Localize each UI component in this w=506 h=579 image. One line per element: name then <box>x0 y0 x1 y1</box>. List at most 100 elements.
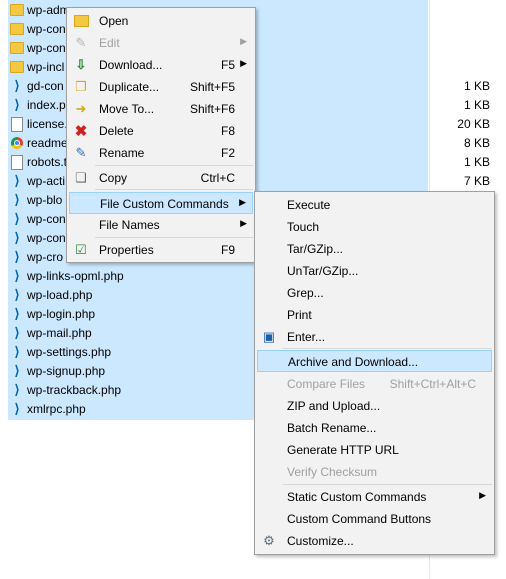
menu-item-customize[interactable]: ⚙ Customize... <box>257 530 492 552</box>
menu-icon-slot <box>261 376 277 392</box>
menu-item-label: Copy <box>99 171 128 185</box>
menu-icon-slot <box>261 219 277 235</box>
menu-item-compare-files[interactable]: Compare Files Shift+Ctrl+Alt+C <box>257 373 492 395</box>
folder-icon <box>10 3 24 17</box>
file-name: index.p <box>27 98 66 112</box>
menu-item-label: ZIP and Upload... <box>287 399 381 413</box>
menu-item-archive-and-download[interactable]: Archive and Download... <box>257 350 492 372</box>
menu-item-shortcut: F2 <box>220 146 235 160</box>
menu-item-file-custom-commands[interactable]: File Custom Commands ▶ <box>69 192 253 214</box>
menu-item-label: Custom Command Buttons <box>287 512 432 526</box>
menu-item-move-to[interactable]: ➜ Move To... Shift+F6 <box>69 98 253 120</box>
properties-icon: ☑ <box>75 242 87 257</box>
file-name: wp-acti <box>27 174 66 188</box>
file-name: wp-links-opml.php <box>27 269 124 283</box>
file-name: xmlrpc.php <box>27 402 86 416</box>
file-name: wp-mail.php <box>27 326 92 340</box>
menu-icon-slot <box>261 464 277 480</box>
menu-item-tar-gzip[interactable]: Tar/GZip... <box>257 238 492 260</box>
file-size: 1 KB <box>463 79 490 93</box>
file-name: wp-con <box>27 41 66 55</box>
menu-separator <box>283 348 492 349</box>
menu-item-label: Download... <box>99 58 163 72</box>
menu-item-enter[interactable]: ▣ Enter... <box>257 326 492 348</box>
menu-item-shortcut: Shift+F6 <box>189 102 235 116</box>
menu-item-touch[interactable]: Touch <box>257 216 492 238</box>
context-menu: Open ✎ Edit ▶ ⇩ Download... F5 ▶ ❐ Duplicate... Sh… <box>66 7 256 263</box>
menu-item-untar-gzip[interactable]: UnTar/GZip... <box>257 260 492 282</box>
menu-separator <box>95 165 253 166</box>
menu-item-download[interactable]: ⇩ Download... F5 ▶ <box>69 54 253 76</box>
menu-item-edit[interactable]: ✎ Edit ▶ <box>69 32 253 54</box>
menu-item-copy[interactable]: ❏ Copy Ctrl+C <box>69 167 253 189</box>
menu-item-properties[interactable]: ☑ Properties F9 <box>69 239 253 261</box>
menu-item-execute[interactable]: Execute <box>257 194 492 216</box>
menu-item-label: File Names <box>99 218 160 232</box>
file-size: 20 KB <box>457 117 490 131</box>
menu-icon-slot <box>261 442 277 458</box>
rename-icon: ✎ <box>75 145 87 160</box>
terminal-icon: ▣ <box>262 329 276 344</box>
menu-item-label: Customize... <box>287 534 354 548</box>
menu-item-shortcut: F8 <box>220 124 235 138</box>
submenu-arrow-icon: ▶ <box>479 490 486 500</box>
menu-icon-slot <box>261 398 277 414</box>
menu-icon-slot <box>261 307 277 323</box>
vscode-file-icon: ⟩ <box>14 230 20 245</box>
file-name: robots.t <box>27 155 68 169</box>
menu-item-label: Enter... <box>287 330 326 344</box>
edit-icon: ✎ <box>75 35 87 50</box>
menu-separator <box>95 189 253 190</box>
vscode-file-icon: ⟩ <box>14 382 20 397</box>
menu-item-label: Print <box>287 308 312 322</box>
file-name: license. <box>27 117 68 131</box>
menu-item-shortcut: F5 <box>220 58 235 72</box>
menu-item-label: Batch Rename... <box>287 421 377 435</box>
menu-icon-slot <box>262 354 278 370</box>
menu-item-grep[interactable]: Grep... <box>257 282 492 304</box>
menu-item-delete[interactable]: ✖ Delete F8 <box>69 120 253 142</box>
menu-item-shortcut: Shift+Ctrl+Alt+C <box>389 377 476 391</box>
menu-item-verify-checksum[interactable]: Verify Checksum <box>257 461 492 483</box>
menu-item-label: Verify Checksum <box>287 465 378 479</box>
menu-item-duplicate[interactable]: ❐ Duplicate... Shift+F5 <box>69 76 253 98</box>
menu-item-label: Rename <box>99 146 145 160</box>
menu-item-batch-rename[interactable]: Batch Rename... <box>257 417 492 439</box>
menu-icon-slot <box>261 420 277 436</box>
menu-item-generate-http-url[interactable]: Generate HTTP URL <box>257 439 492 461</box>
menu-item-label: Archive and Download... <box>288 355 419 369</box>
menu-item-file-names[interactable]: File Names ▶ <box>69 214 253 236</box>
chrome-file-icon <box>10 136 24 150</box>
vscode-file-icon: ⟩ <box>14 97 20 112</box>
vscode-file-icon: ⟩ <box>14 325 20 340</box>
menu-item-label: Compare Files <box>287 377 366 391</box>
menu-item-print[interactable]: Print <box>257 304 492 326</box>
vscode-file-icon: ⟩ <box>14 211 20 226</box>
folder-icon <box>10 60 24 74</box>
submenu-arrow-icon: ▶ <box>240 58 247 68</box>
open-folder-icon <box>73 13 89 29</box>
file-size: 1 KB <box>463 155 490 169</box>
menu-separator <box>95 237 253 238</box>
file-name: gd-con <box>27 79 64 93</box>
menu-item-label: Duplicate... <box>99 80 160 94</box>
menu-item-label: File Custom Commands <box>100 197 229 211</box>
menu-icon-slot <box>261 241 277 257</box>
menu-item-label: Properties <box>99 243 154 257</box>
menu-icon-slot <box>261 285 277 301</box>
menu-item-rename[interactable]: ✎ Rename F2 <box>69 142 253 164</box>
menu-item-custom-command-buttons[interactable]: Custom Command Buttons <box>257 508 492 530</box>
vscode-file-icon: ⟩ <box>14 268 20 283</box>
file-name: wp-settings.php <box>27 345 112 359</box>
file-name: readme <box>27 136 68 150</box>
menu-item-zip-and-upload[interactable]: ZIP and Upload... <box>257 395 492 417</box>
menu-item-static-custom-commands[interactable]: Static Custom Commands ▶ <box>257 486 492 508</box>
menu-item-label: Grep... <box>287 286 324 300</box>
text-file-icon <box>10 116 24 132</box>
file-size: 1 KB <box>463 98 490 112</box>
menu-item-open[interactable]: Open <box>69 10 253 32</box>
vscode-file-icon: ⟩ <box>14 344 20 359</box>
gear-icon: ⚙ <box>263 533 275 548</box>
delete-icon: ✖ <box>74 123 88 140</box>
move-icon: ➜ <box>75 101 87 116</box>
